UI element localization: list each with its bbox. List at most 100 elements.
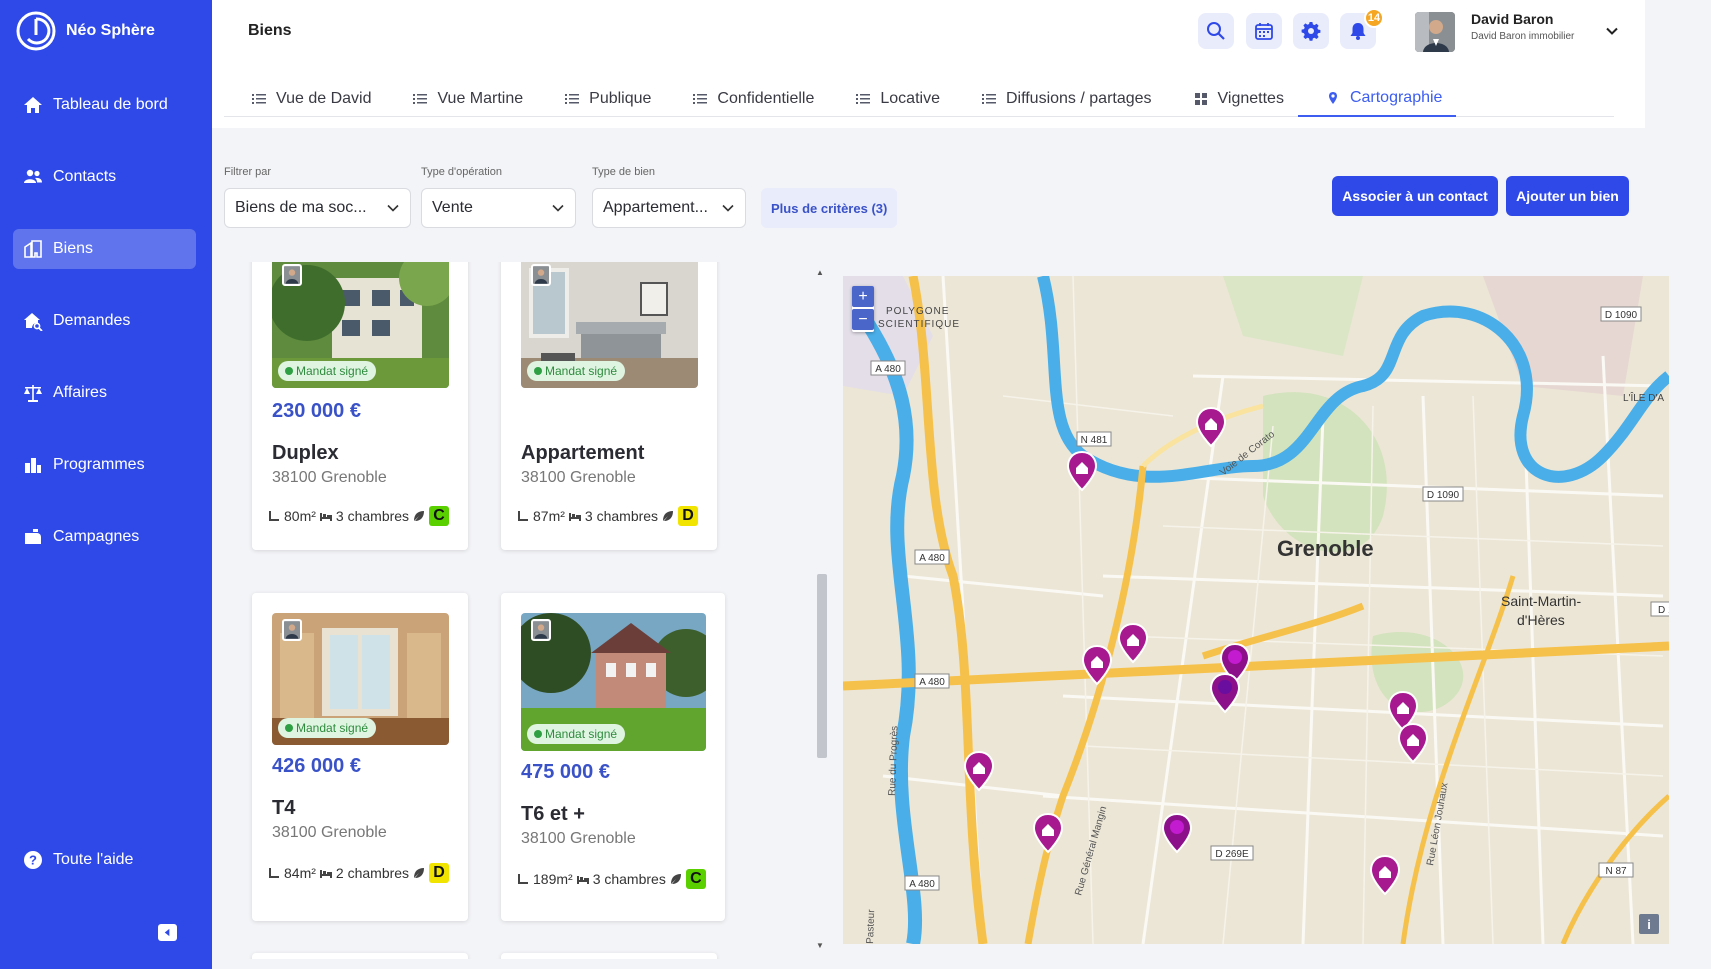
energy-rating: C xyxy=(685,869,706,889)
property-city: 38100 Grenoble xyxy=(521,469,636,486)
filter-by-label: Filtrer par xyxy=(224,166,272,178)
list-scrollbar[interactable]: ▲ ▼ xyxy=(815,268,827,953)
sidebar-item-campagnes[interactable]: Campagnes xyxy=(13,517,196,557)
scroll-up-arrow[interactable]: ▲ xyxy=(816,268,824,277)
svg-text:?: ? xyxy=(29,853,37,868)
user-name[interactable]: David Baron xyxy=(1471,11,1553,27)
tab-label: Diffusions / partages xyxy=(1005,89,1152,107)
avatar[interactable] xyxy=(1415,12,1455,52)
road-label: D 1090 xyxy=(1605,310,1638,321)
tab-locative[interactable]: Locative xyxy=(828,80,954,117)
property-area: 80m² xyxy=(284,508,316,524)
ruler-icon xyxy=(518,511,528,521)
filter-by-select[interactable]: Biens de ma soc... xyxy=(224,188,411,228)
map-canvas[interactable]: A 480 A 480 A 480 A 480 N 481 D 1090 D 1… xyxy=(843,276,1669,944)
sidebar-item-tableau-de-bord[interactable]: Tableau de bord xyxy=(13,85,196,125)
zoom-in-button[interactable]: + xyxy=(852,286,874,307)
sidebar-item-programmes[interactable]: Programmes xyxy=(13,445,196,485)
property-type: Appartement xyxy=(521,442,645,464)
ruler-icon xyxy=(518,874,528,884)
leaf-icon xyxy=(670,874,681,884)
property-specs: 80m² 3 chambres C xyxy=(268,506,450,526)
filter-by-value: Biens de ma soc... xyxy=(235,199,367,216)
energy-rating: D xyxy=(429,863,450,883)
chevron-down-icon xyxy=(387,204,399,212)
property-rooms: 3 chambres xyxy=(592,871,666,887)
list-icon xyxy=(856,93,871,104)
bed-icon xyxy=(319,513,332,521)
property-card[interactable]: Mandat signé 230 000 € Duplex 38100 Gren… xyxy=(252,262,468,550)
leaf-icon xyxy=(663,511,674,521)
energy-rating: C xyxy=(429,506,450,526)
notifications-button[interactable]: 14 xyxy=(1340,8,1384,49)
bed-icon xyxy=(568,513,581,521)
logo-icon xyxy=(16,11,56,51)
agent-avatar xyxy=(531,264,551,286)
sidebar-item-contacts[interactable]: Contacts xyxy=(13,157,196,197)
collapse-sidebar-button[interactable] xyxy=(158,924,177,941)
calendar-button[interactable] xyxy=(1246,13,1282,49)
tab-label: Vue de David xyxy=(276,89,372,107)
question-icon: ? xyxy=(24,851,42,869)
property-type: T4 xyxy=(272,797,296,819)
property-rooms: 3 chambres xyxy=(584,508,659,524)
mailbox-icon xyxy=(25,529,41,544)
brand[interactable]: Néo Sphère xyxy=(16,11,155,51)
sidebar-item-label: Biens xyxy=(53,240,94,257)
tab-label: Confidentielle xyxy=(717,89,815,107)
sidebar-item-affaires[interactable]: Affaires xyxy=(13,373,196,413)
associate-contact-button[interactable]: Associer à un contact xyxy=(1332,176,1498,216)
avatar-photo xyxy=(1415,12,1455,52)
tab-confidentielle[interactable]: Confidentielle xyxy=(665,80,828,117)
energy-rating: D xyxy=(678,506,699,526)
property-type-label: Type de bien xyxy=(592,166,655,178)
chevron-down-icon[interactable] xyxy=(1605,24,1619,38)
sidebar-item-label: Programmes xyxy=(53,456,145,473)
settings-button[interactable] xyxy=(1293,13,1329,49)
sidebar-item-label: Affaires xyxy=(53,384,107,401)
tab-vue-de-david[interactable]: Vue de David xyxy=(224,80,385,117)
chevron-down-icon xyxy=(722,204,734,212)
tab-label: Vue Martine xyxy=(437,89,524,107)
tab-vignettes[interactable]: Vignettes xyxy=(1166,80,1298,117)
property-card[interactable]: Mandat signé 475 000 € T6 et + 38100 Gre… xyxy=(501,593,725,921)
sidebar-item-biens[interactable]: Biens xyxy=(13,229,196,269)
leaf-icon xyxy=(414,511,425,521)
operation-select[interactable]: Vente xyxy=(421,188,576,228)
tab-diffusions-partages[interactable]: Diffusions / partages xyxy=(954,80,1166,117)
ruler-icon xyxy=(269,868,279,878)
agent-avatar xyxy=(282,619,302,641)
property-photo: Mandat signé xyxy=(272,613,449,745)
mandate-badge: Mandat signé xyxy=(278,361,377,381)
map-pin-icon xyxy=(1328,91,1337,104)
map-info-button[interactable]: i xyxy=(1639,914,1659,934)
tab-cartographie[interactable]: Cartographie xyxy=(1297,80,1457,117)
property-card[interactable]: Mandat signé Appartement 38100 Grenoble … xyxy=(501,262,717,550)
property-type-select[interactable]: Appartement... xyxy=(592,188,746,228)
search-button[interactable] xyxy=(1198,13,1234,49)
more-criteria-button[interactable]: Plus de critères (3) xyxy=(761,188,898,228)
sidebar-item-demandes[interactable]: Demandes xyxy=(13,301,196,341)
app-root: Néo Sphère Tableau de bord Contacts Bien… xyxy=(0,0,1711,969)
property-area: 87m² xyxy=(533,508,565,524)
property-type: T6 et + xyxy=(521,803,585,825)
sidebar-item-label: Tableau de bord xyxy=(53,96,168,113)
leaf-icon xyxy=(414,868,425,878)
scroll-down-arrow[interactable]: ▼ xyxy=(816,941,824,950)
tab-vue-martine[interactable]: Vue Martine xyxy=(385,80,537,117)
road-label: D 269E xyxy=(1215,849,1249,860)
property-card[interactable] xyxy=(501,953,717,959)
tab-label: Cartographie xyxy=(1349,88,1443,106)
bed-icon xyxy=(319,870,332,878)
add-property-button[interactable]: Ajouter un bien xyxy=(1506,176,1629,216)
property-card[interactable] xyxy=(252,953,468,959)
property-photo: Mandat signé xyxy=(521,262,698,388)
help-link[interactable]: ? Toute l'aide xyxy=(13,840,196,880)
property-card[interactable]: Mandat signé 426 000 € T4 38100 Grenoble… xyxy=(252,593,468,921)
property-type-value: Appartement... xyxy=(603,199,708,216)
place-label: d'Hères xyxy=(1517,612,1565,628)
zoom-out-button[interactable]: − xyxy=(852,309,874,330)
tab-publique[interactable]: Publique xyxy=(537,80,665,117)
map-view[interactable]: A 480 A 480 A 480 A 480 N 481 D 1090 D 1… xyxy=(843,276,1669,944)
scroll-thumb[interactable] xyxy=(817,574,827,758)
